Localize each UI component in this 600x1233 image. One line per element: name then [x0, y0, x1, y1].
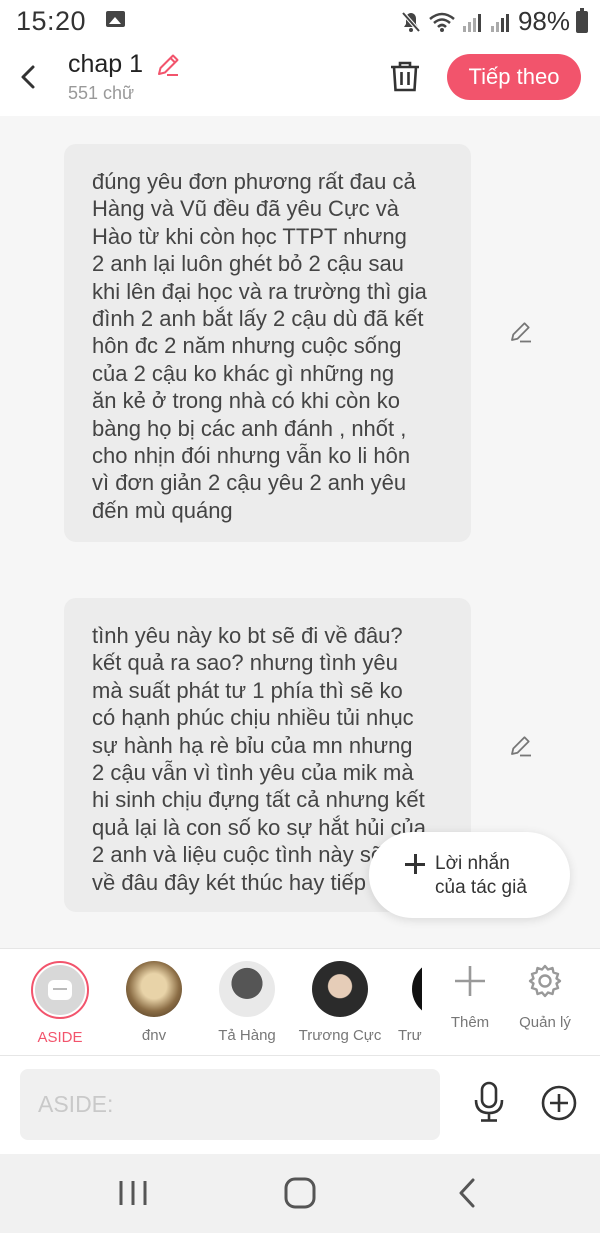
chapter-title-block: chap 1 551 chữ — [68, 50, 182, 104]
editor-header: chap 1 551 chữ Tiếp theo — [0, 44, 600, 116]
manage-characters-button[interactable]: Quản lý — [510, 963, 580, 1031]
recent-apps-icon[interactable] — [116, 1174, 150, 1212]
system-nav-bar — [0, 1154, 600, 1233]
gear-icon — [528, 964, 562, 998]
message-bubble[interactable]: đúng yêu đơn phương rất đau cả Hàng và V… — [64, 144, 471, 542]
status-icons: 98% — [400, 6, 588, 37]
character-aside[interactable]: ASIDE — [18, 961, 102, 1046]
status-bar: 15:20 98% — [0, 0, 600, 44]
edit-message-icon[interactable] — [508, 319, 534, 345]
avatar — [219, 961, 275, 1017]
edit-message-icon[interactable] — [508, 733, 534, 759]
image-icon — [106, 11, 125, 27]
character-name: Trươ — [398, 1027, 422, 1044]
character-ta-hang[interactable]: Tả Hàng — [205, 961, 289, 1044]
character-bar: ASIDE đnv Tả Hàng Trương Cực Trươ Thêm — [0, 948, 600, 1056]
battery-icon — [576, 7, 588, 33]
message-input[interactable] — [20, 1069, 440, 1140]
edit-title-icon[interactable] — [154, 51, 182, 79]
chat-bubble-icon — [48, 980, 72, 1000]
trash-icon[interactable] — [388, 58, 422, 94]
character-partial[interactable]: Trươ — [398, 961, 422, 1044]
character-truong-cuc[interactable]: Trương Cực — [298, 961, 382, 1044]
avatar — [412, 961, 422, 1017]
avatar — [31, 961, 89, 1019]
add-circle-icon[interactable] — [540, 1084, 578, 1122]
plus-icon — [455, 966, 485, 996]
avatar — [312, 961, 368, 1017]
plus-icon — [405, 854, 425, 874]
composer — [0, 1056, 600, 1154]
word-count: 551 chữ — [68, 83, 135, 103]
back-nav-icon[interactable] — [452, 1174, 482, 1212]
character-name: Trương Cực — [298, 1027, 382, 1044]
home-icon[interactable] — [282, 1174, 318, 1212]
manage-label: Quản lý — [519, 1014, 571, 1031]
author-note-label: Lời nhắn của tác giả — [435, 853, 527, 898]
avatar — [126, 961, 182, 1017]
character-dnv[interactable]: đnv — [112, 961, 196, 1044]
character-overflow: Trươ — [378, 949, 422, 1055]
status-time: 15:20 — [16, 6, 87, 36]
microphone-icon[interactable] — [470, 1080, 508, 1124]
character-name: đnv — [141, 1027, 167, 1044]
wifi-icon — [429, 12, 455, 32]
mute-icon — [401, 11, 421, 32]
character-name: Tả Hàng — [218, 1027, 276, 1044]
battery-percent: 98% — [517, 6, 570, 36]
add-character-button[interactable]: Thêm — [435, 963, 505, 1031]
add-label: Thêm — [450, 1014, 490, 1031]
back-arrow-icon[interactable] — [14, 60, 44, 94]
chapter-title[interactable]: chap 1 — [68, 50, 143, 79]
next-button[interactable]: Tiếp theo — [447, 54, 581, 100]
message-list[interactable]: đúng yêu đơn phương rất đau cả Hàng và V… — [0, 116, 600, 948]
signal-icon — [490, 13, 509, 32]
character-name: ASIDE — [37, 1029, 83, 1046]
signal-icon — [462, 13, 481, 32]
author-note-button[interactable]: Lời nhắn của tác giả — [369, 832, 570, 918]
